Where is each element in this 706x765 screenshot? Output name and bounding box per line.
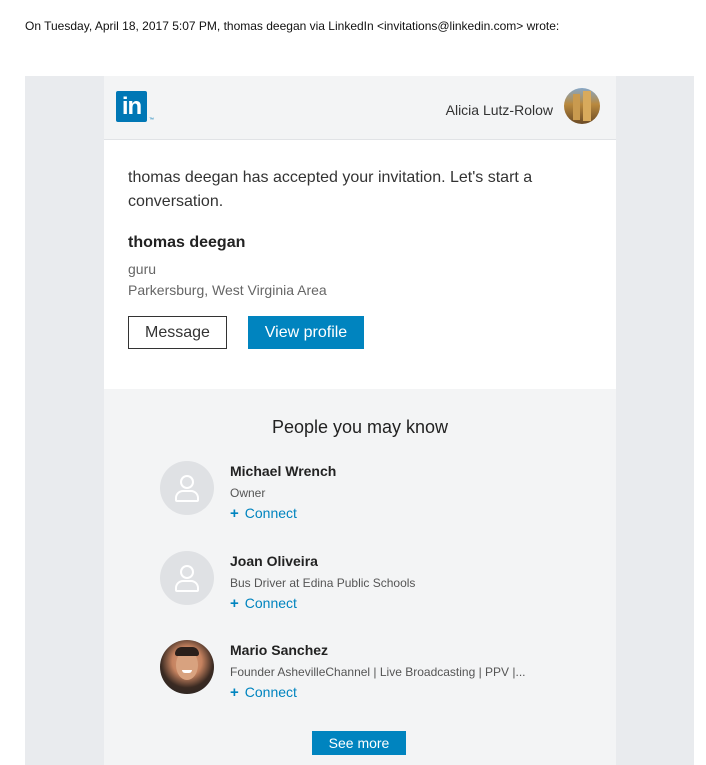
suggestion-item: Michael Wrench Owner + Connect xyxy=(160,461,560,522)
linkedin-email-card: in ™ Alicia Lutz-Rolow thomas deegan has… xyxy=(104,76,616,765)
suggestion-headline: Founder AshevilleChannel | Live Broadcas… xyxy=(230,665,526,679)
view-profile-button[interactable]: View profile xyxy=(248,316,364,349)
connect-link[interactable]: + Connect xyxy=(230,505,297,522)
suggestion-name[interactable]: Mario Sanchez xyxy=(230,642,328,658)
suggestion-name[interactable]: Joan Oliveira xyxy=(230,553,318,569)
plus-icon: + xyxy=(230,505,239,522)
avatar-head-shape xyxy=(180,565,194,579)
connect-label: Connect xyxy=(244,505,297,521)
email-body-background: in ™ Alicia Lutz-Rolow thomas deegan has… xyxy=(25,76,694,765)
suggestion-item: Joan Oliveira Bus Driver at Edina Public… xyxy=(160,551,560,612)
connect-link[interactable]: + Connect xyxy=(230,595,297,612)
placeholder-avatar-icon[interactable] xyxy=(160,551,214,605)
linkedin-logo-icon: in xyxy=(116,91,147,122)
email-header: in ™ Alicia Lutz-Rolow xyxy=(104,76,616,140)
connect-label: Connect xyxy=(244,684,297,700)
recipient-name[interactable]: Alicia Lutz-Rolow xyxy=(446,102,553,118)
email-quote-header: On Tuesday, April 18, 2017 5:07 PM, thom… xyxy=(25,19,560,33)
avatar-shoulders-shape xyxy=(175,490,199,502)
avatar-shoulders-shape xyxy=(175,580,199,592)
connection-name[interactable]: thomas deegan xyxy=(128,234,245,252)
accepted-message: thomas deegan has accepted your invitati… xyxy=(128,169,533,210)
connection-location: Parkersburg, West Virginia Area xyxy=(128,282,327,298)
see-more-button[interactable]: See more xyxy=(312,731,406,755)
suggestion-item: Mario Sanchez Founder AshevilleChannel |… xyxy=(160,640,560,701)
connect-label: Connect xyxy=(244,595,297,611)
connection-headline: guru xyxy=(128,261,157,277)
message-button[interactable]: Message xyxy=(128,316,227,349)
suggestion-headline: Bus Driver at Edina Public Schools xyxy=(230,576,416,590)
photo-hair xyxy=(175,647,199,656)
avatar-head-shape xyxy=(180,475,194,489)
avatar-photo-detail xyxy=(583,91,591,121)
linkedin-logo[interactable]: in ™ xyxy=(116,91,154,124)
profile-photo[interactable] xyxy=(160,640,214,694)
invitation-accepted-section: thomas deegan has accepted your invitati… xyxy=(104,140,616,389)
people-you-may-know-section: People you may know Michael Wrench Owner… xyxy=(104,389,616,765)
placeholder-avatar-icon[interactable] xyxy=(160,461,214,515)
recipient-avatar[interactable] xyxy=(564,88,600,124)
suggestion-headline: Owner xyxy=(230,486,266,500)
plus-icon: + xyxy=(230,684,239,701)
suggestion-name[interactable]: Michael Wrench xyxy=(230,463,336,479)
photo-smile xyxy=(182,670,192,673)
section-title: People you may know xyxy=(271,417,449,437)
connect-link[interactable]: + Connect xyxy=(230,684,297,701)
plus-icon: + xyxy=(230,595,239,612)
trademark-mark: ™ xyxy=(149,117,154,123)
avatar-photo-detail xyxy=(573,94,580,120)
